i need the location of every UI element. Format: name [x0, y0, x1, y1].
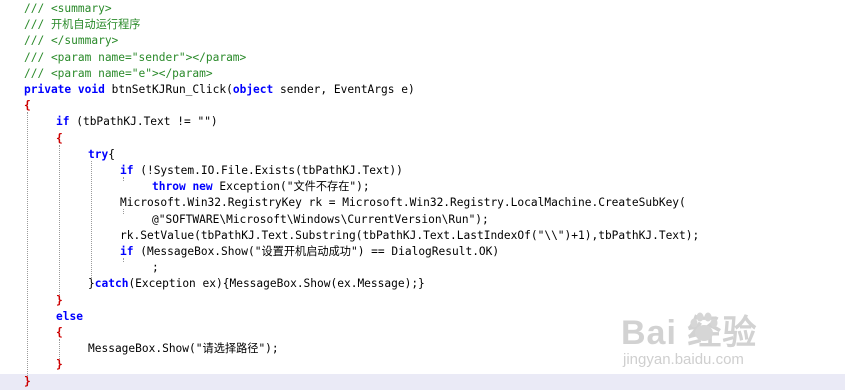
indent-guide [27, 112, 28, 376]
code-line[interactable]: try{ [0, 147, 845, 163]
indent-guide [123, 258, 124, 263]
code-line[interactable]: Microsoft.Win32.RegistryKey rk = Microso… [0, 195, 845, 211]
code-line[interactable]: if (!System.IO.File.Exists(tbPathKJ.Text… [0, 163, 845, 179]
code-line-text: /// </summary> [24, 34, 119, 48]
code-line-text: } [24, 374, 31, 388]
indent-guide [59, 339, 60, 360]
code-line-text: if (tbPathKJ.Text != "") [56, 115, 218, 129]
code-line-text: /// <param name="e"></param> [24, 66, 213, 80]
code-line-text: throw new Exception("文件不存在"); [152, 180, 370, 194]
code-line[interactable]: /// <param name="sender"></param> [0, 50, 845, 66]
code-line-text: @"SOFTWARE\Microsoft\Windows\CurrentVers… [152, 212, 489, 226]
code-line-text: /// 开机自动运行程序 [24, 18, 141, 32]
code-line-text: }catch(Exception ex){MessageBox.Show(ex.… [88, 277, 425, 291]
code-line[interactable]: rk.SetValue(tbPathKJ.Text.Substring(tbPa… [0, 228, 845, 244]
code-line[interactable]: @"SOFTWARE\Microsoft\Windows\CurrentVers… [0, 212, 845, 228]
code-line-text: private void btnSetKJRun_Click(object se… [24, 83, 415, 96]
code-line[interactable]: private void btnSetKJRun_Click(object se… [0, 82, 845, 98]
code-line[interactable]: throw new Exception("文件不存在"); [0, 179, 845, 195]
code-line[interactable]: ; [0, 260, 845, 276]
code-line[interactable]: if (MessageBox.Show("设置开机启动成功") == Dialo… [0, 244, 845, 260]
code-line-text: ; [152, 261, 159, 275]
watermark: Bai 经验 jingyan.baidu.com [621, 305, 831, 379]
code-line-text: } [56, 293, 63, 307]
code-line-text: if (MessageBox.Show("设置开机启动成功") == Dialo… [120, 245, 500, 258]
code-line-text: try{ [88, 147, 115, 161]
code-line-text: if (!System.IO.File.Exists(tbPathKJ.Text… [120, 164, 403, 177]
indent-guide [59, 144, 60, 295]
code-line[interactable]: /// <summary> [0, 1, 845, 17]
code-line-text: rk.SetValue(tbPathKJ.Text.Substring(tbPa… [120, 228, 700, 242]
paw-icon [690, 312, 718, 341]
code-line[interactable]: if (tbPathKJ.Text != "") [0, 114, 845, 130]
code-line-text: } [56, 358, 63, 372]
indent-guide [123, 209, 124, 214]
indent-guide [123, 177, 124, 182]
code-line-text: else [56, 309, 83, 323]
code-line[interactable]: { [0, 98, 845, 114]
code-line-text: Microsoft.Win32.RegistryKey rk = Microso… [120, 196, 686, 210]
code-line[interactable]: /// <param name="e"></param> [0, 66, 845, 82]
code-line[interactable]: { [0, 131, 845, 147]
watermark-url: jingyan.baidu.com [623, 351, 744, 368]
code-line[interactable]: /// 开机自动运行程序 [0, 17, 845, 33]
code-line-text: /// <param name="sender"></param> [24, 50, 247, 64]
indent-guide [91, 160, 92, 279]
code-line[interactable]: /// </summary> [0, 33, 845, 49]
code-line[interactable]: }catch(Exception ex){MessageBox.Show(ex.… [0, 276, 845, 292]
code-line-text: MessageBox.Show("请选择路径"); [88, 342, 279, 356]
code-line-text: /// <summary> [24, 2, 112, 15]
